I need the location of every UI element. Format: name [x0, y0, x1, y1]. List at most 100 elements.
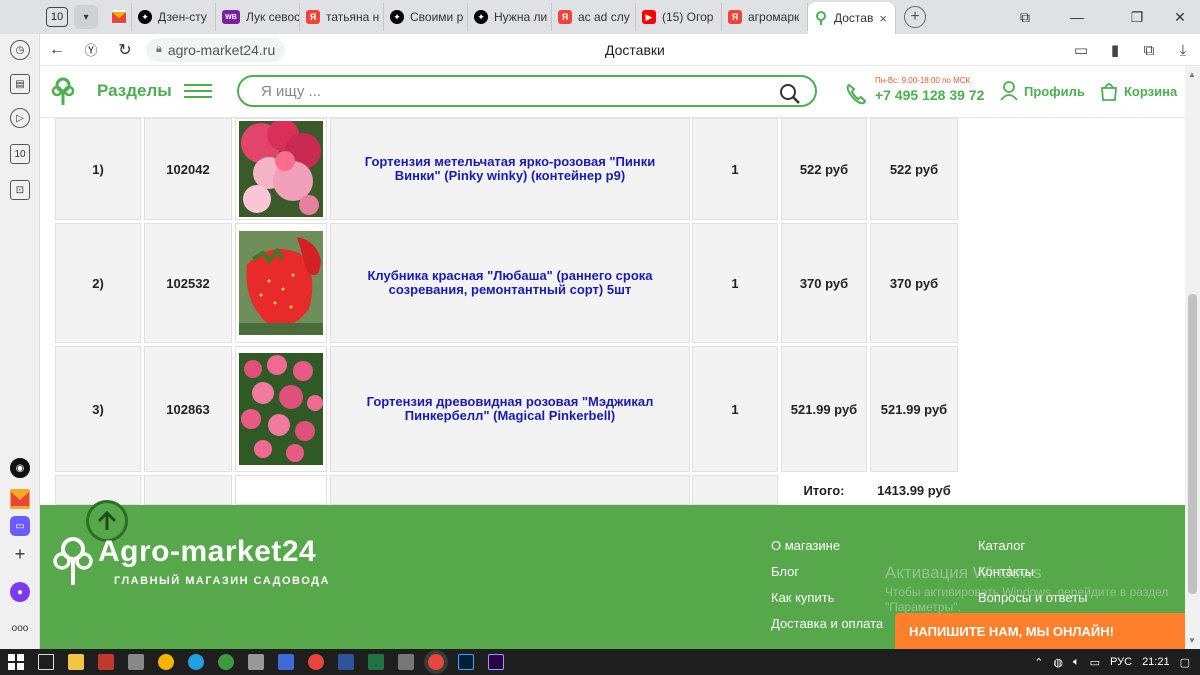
scroll-thumb[interactable] — [1188, 294, 1197, 594]
footer-link-contacts[interactable]: Контакты — [978, 564, 1034, 579]
product-link[interactable]: Клубника красная "Любаша" (раннего срока… — [331, 269, 689, 297]
tabs-count-icon[interactable]: 10 — [10, 144, 30, 164]
hydrangea-pink-image[interactable] — [239, 121, 323, 217]
battery-icon[interactable]: ▭ — [1090, 656, 1100, 669]
strawberry-image[interactable] — [239, 231, 323, 335]
paint-icon[interactable] — [398, 654, 414, 670]
tab-dzen-3[interactable]: ✦ Нужна ли — [468, 3, 552, 31]
file-explorer-icon[interactable] — [68, 654, 84, 670]
tab-yandex-1[interactable]: Я татьяна н — [300, 3, 384, 31]
windows-start-icon[interactable] — [8, 654, 24, 670]
product-price: 521.99 руб — [781, 346, 867, 472]
product-code: 102532 — [144, 223, 232, 343]
task-view-icon[interactable] — [38, 654, 54, 670]
site-footer: Agro-market24 ГЛАВНЫЙ МАГАЗИН САДОВОДА О… — [40, 500, 1185, 649]
play-icon[interactable]: ▷ — [10, 108, 30, 128]
page-scrollbar[interactable]: ▲ ▼ — [1185, 66, 1200, 649]
tab-collections-icon[interactable]: ⧉ — [1005, 0, 1045, 34]
product-code: 102042 — [144, 118, 232, 220]
restore-icon[interactable]: ❐ — [1117, 0, 1157, 34]
more-icon[interactable]: ooo — [10, 618, 30, 638]
volume-icon[interactable]: 🔈︎ — [1073, 656, 1080, 669]
footer-link-catalog[interactable]: Каталог — [978, 538, 1025, 553]
download-icon[interactable]: ⤓ — [1166, 42, 1200, 59]
footer-link-delivery[interactable]: Доставка и оплата — [771, 616, 883, 631]
chevron-up-icon[interactable]: ⌃ — [1034, 656, 1043, 669]
network-icon[interactable]: ◍ — [1053, 656, 1063, 669]
hydrangea-bush-image[interactable] — [239, 353, 323, 465]
close-icon[interactable]: × — [879, 11, 887, 26]
alice-camera-icon[interactable]: ◉ — [10, 458, 30, 478]
calculator-icon[interactable] — [248, 654, 264, 670]
reload-icon[interactable]: ↻ — [108, 40, 142, 60]
chevron-down-icon[interactable]: ▾ — [74, 5, 98, 29]
tab-dzen-2[interactable]: ✦ Своими р — [384, 3, 468, 31]
scroll-down-icon[interactable]: ▼ — [1188, 636, 1196, 645]
sections-menu[interactable]: Разделы — [97, 80, 212, 102]
new-tab-icon[interactable]: + — [904, 6, 926, 28]
photoshop-icon[interactable] — [458, 654, 474, 670]
screenshot-icon[interactable]: ⊡ — [10, 180, 30, 200]
back-icon[interactable]: ← — [40, 41, 74, 59]
edge-icon[interactable] — [188, 654, 204, 670]
agro-logo-icon[interactable] — [50, 76, 76, 106]
language-indicator[interactable]: РУС — [1110, 656, 1132, 668]
yandex-home-icon[interactable]: Ⓨ — [74, 40, 108, 59]
footer-tagline: ГЛАВНЫЙ МАГАЗИН САДОВОДА — [114, 575, 330, 587]
premiere-icon[interactable] — [488, 654, 504, 670]
product-qty: 1 — [692, 223, 778, 343]
tab-yandex-3[interactable]: Я агромарк — [722, 3, 808, 31]
youtube-icon: ▶ — [642, 10, 656, 24]
mail-icon[interactable] — [10, 489, 30, 509]
reader-icon[interactable]: ▭ — [1064, 41, 1098, 59]
keyboard-icon[interactable] — [128, 654, 144, 670]
bookmark-icon[interactable]: ▮ — [1098, 41, 1132, 59]
browser-sidebar: ◷ ▤ ▷ 10 ⊡ ◉ ▭ + ● ooo — [0, 34, 40, 649]
footer-link-about[interactable]: О магазине — [771, 538, 840, 553]
url-field[interactable]: 🔒︎ agro-market24.ru — [146, 37, 286, 62]
online-chat-button[interactable]: НАПИШИТЕ НАМ, МЫ ОНЛАЙН! — [895, 613, 1185, 649]
product-link[interactable]: Гортензия древовидная розовая "Мэджикал … — [331, 395, 689, 423]
tab-mail[interactable] — [106, 3, 132, 31]
search-input[interactable] — [261, 82, 761, 100]
empty-cell — [55, 475, 141, 505]
footer-link-how-to-buy[interactable]: Как купить — [771, 590, 834, 605]
alice-icon[interactable]: ● — [10, 582, 30, 602]
yandex-browser-icon[interactable] — [308, 654, 324, 670]
close-window-icon[interactable]: ✕ — [1160, 0, 1200, 34]
windows-taskbar: ⌃ ◍ 🔈︎ ▭ РУС 21:21 ▢ — [0, 649, 1200, 675]
notifications-icon[interactable]: ▢ — [1180, 656, 1190, 669]
product-link[interactable]: Гортензия метельчатая ярко-розовая "Пинк… — [331, 155, 689, 183]
empty-cell — [235, 475, 327, 505]
excel-icon[interactable] — [368, 654, 384, 670]
tab-youtube[interactable]: ▶ (15) Огор — [636, 3, 722, 31]
tab-agro-active[interactable]: Достав × — [808, 2, 896, 34]
profile-link[interactable]: Профиль — [1000, 81, 1085, 101]
history-icon[interactable]: ◷ — [10, 40, 30, 60]
cart-link[interactable]: Корзина — [1100, 81, 1177, 101]
phone-number[interactable]: +7 495 128 39 72 — [875, 87, 984, 103]
tab-yandex-2[interactable]: Я ас ad слу — [552, 3, 636, 31]
add-icon[interactable]: + — [10, 544, 30, 564]
footer-link-faq[interactable]: Вопросы и ответы — [978, 590, 1087, 605]
yandex-active-icon[interactable] — [428, 654, 444, 670]
minimize-icon[interactable]: — — [1057, 0, 1097, 34]
chrome-icon[interactable] — [158, 654, 174, 670]
scroll-up-icon[interactable]: ▲ — [1188, 70, 1196, 79]
app-blue-icon[interactable] — [278, 654, 294, 670]
tab-count-badge[interactable]: 10 — [46, 7, 68, 27]
tab-dzen-1[interactable]: ✦ Дзен-сту — [132, 3, 216, 31]
word-icon[interactable] — [338, 654, 354, 670]
search-icon[interactable] — [779, 83, 801, 105]
messenger-icon[interactable]: ▭ — [10, 516, 30, 536]
agro-logo-icon[interactable] — [52, 535, 94, 587]
extensions-icon[interactable]: ⧉ — [1132, 42, 1166, 59]
agro-icon — [814, 11, 828, 25]
footer-brand[interactable]: Agro-market24 — [98, 535, 316, 569]
footer-link-blog[interactable]: Блог — [771, 564, 799, 579]
tab-wb[interactable]: WB Лук севос — [216, 3, 300, 31]
collections-icon[interactable]: ▤ — [10, 74, 30, 94]
clock[interactable]: 21:21 — [1142, 656, 1170, 668]
app-green-icon[interactable] — [218, 654, 234, 670]
app-grid-icon[interactable] — [98, 654, 114, 670]
